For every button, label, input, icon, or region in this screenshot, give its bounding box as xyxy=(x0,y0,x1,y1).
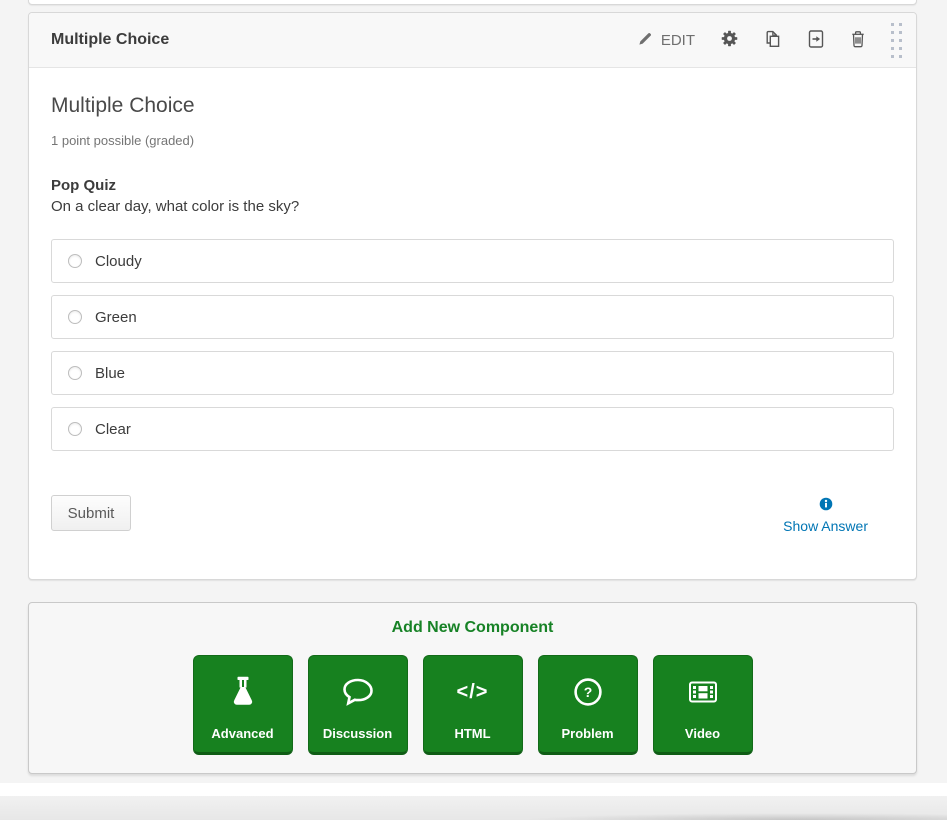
gear-icon xyxy=(721,30,738,50)
question-circle-icon: ? xyxy=(572,673,604,711)
add-component-panel: Add New Component Advanced Discussion xyxy=(28,602,917,774)
discussion-icon xyxy=(341,673,375,711)
choice-option[interactable]: Cloudy xyxy=(51,239,894,283)
move-icon xyxy=(808,30,824,51)
drag-handle[interactable] xyxy=(891,23,902,58)
svg-text:?: ? xyxy=(583,684,592,700)
question-text: On a clear day, what color is the sky? xyxy=(51,198,894,215)
add-button-label: Discussion xyxy=(323,726,392,741)
component-title: Multiple Choice xyxy=(51,31,625,49)
component-card: Multiple Choice EDIT xyxy=(28,12,917,580)
points-text: 1 point possible (graded) xyxy=(51,133,894,148)
pencil-icon xyxy=(638,31,653,49)
radio-button[interactable] xyxy=(68,254,82,268)
video-icon xyxy=(686,673,720,711)
choice-option[interactable]: Green xyxy=(51,295,894,339)
add-problem-button[interactable]: ? Problem xyxy=(538,655,638,755)
choice-label: Cloudy xyxy=(95,253,142,270)
add-button-label: Video xyxy=(685,726,720,741)
choice-option[interactable]: Blue xyxy=(51,351,894,395)
add-button-label: HTML xyxy=(454,726,490,741)
show-answer-label: Show Answer xyxy=(783,518,868,534)
settings-button[interactable] xyxy=(708,26,751,54)
add-button-label: Advanced xyxy=(211,726,273,741)
question-title: Pop Quiz xyxy=(51,177,894,194)
bottom-shadow xyxy=(520,813,947,820)
problem-preview: Multiple Choice 1 point possible (graded… xyxy=(29,68,916,534)
trash-icon xyxy=(850,30,866,51)
component-header: Multiple Choice EDIT xyxy=(29,13,916,68)
add-html-button[interactable]: </> HTML xyxy=(423,655,523,755)
add-discussion-button[interactable]: Discussion xyxy=(308,655,408,755)
choices-list: Cloudy Green Blue Clear xyxy=(51,239,894,451)
add-component-buttons: Advanced Discussion </> HTML ? xyxy=(29,655,916,755)
radio-button[interactable] xyxy=(68,422,82,436)
move-button[interactable] xyxy=(795,26,837,55)
add-advanced-button[interactable]: Advanced xyxy=(193,655,293,755)
show-answer-button[interactable]: Show Answer xyxy=(783,497,868,534)
add-video-button[interactable]: Video xyxy=(653,655,753,755)
radio-button[interactable] xyxy=(68,310,82,324)
edit-label: EDIT xyxy=(661,32,695,49)
code-icon: </> xyxy=(457,673,489,711)
problem-heading: Multiple Choice xyxy=(51,94,894,118)
add-component-title: Add New Component xyxy=(29,619,916,637)
copy-icon xyxy=(764,30,782,51)
add-button-label: Problem xyxy=(561,726,613,741)
page-background-strip xyxy=(0,783,947,796)
flask-icon xyxy=(228,673,258,711)
problem-actions: Submit Show Answer xyxy=(51,495,894,534)
choice-label: Blue xyxy=(95,365,125,382)
choice-option[interactable]: Clear xyxy=(51,407,894,451)
component-toolbar: EDIT xyxy=(625,23,904,58)
info-icon xyxy=(819,497,833,514)
edit-button[interactable]: EDIT xyxy=(625,27,708,53)
radio-button[interactable] xyxy=(68,366,82,380)
choice-label: Green xyxy=(95,309,137,326)
choice-label: Clear xyxy=(95,421,131,438)
previous-component-edge xyxy=(28,0,917,5)
delete-button[interactable] xyxy=(837,26,879,55)
submit-button[interactable]: Submit xyxy=(51,495,131,531)
duplicate-button[interactable] xyxy=(751,26,795,55)
